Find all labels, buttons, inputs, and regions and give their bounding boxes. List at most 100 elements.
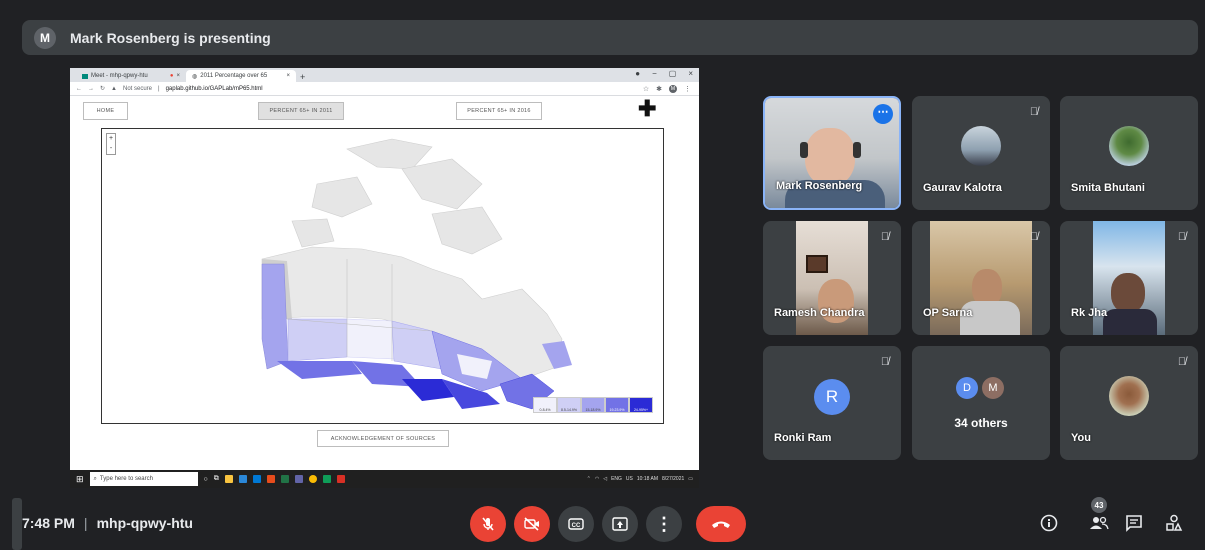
mic-off-icon: [482, 517, 494, 531]
cortana-icon[interactable]: ○: [204, 476, 208, 483]
participant-tile[interactable]: 🎙̸ R Ronki Ram: [763, 346, 901, 460]
participant-name: Rk Jha: [1071, 307, 1108, 319]
star-icon[interactable]: ☆: [643, 85, 649, 93]
url-separator: |: [158, 85, 160, 92]
taskbar-date[interactable]: 8/27/2021: [662, 476, 684, 482]
search-icon: ⌕: [93, 475, 97, 482]
taskbar-search[interactable]: ⌕ Type here to search: [89, 472, 198, 486]
browser-tab-label: Meet - mhp-qpwy-htu: [91, 73, 148, 79]
shared-screen[interactable]: Meet - mhp-qpwy-htu ● × ◍ 2011 Percentag…: [70, 68, 699, 488]
teams-icon[interactable]: [294, 475, 303, 483]
taskbar-search-placeholder: Type here to search: [99, 476, 153, 482]
sheets-icon[interactable]: [322, 475, 331, 483]
activities-icon[interactable]: [1164, 513, 1184, 533]
recording-dot-icon: ●: [169, 73, 174, 79]
meeting-code: mhp-qpwy-htu: [96, 515, 193, 531]
task-view-icon[interactable]: ⧉: [214, 475, 219, 483]
network-icon[interactable]: ◠: [595, 476, 599, 482]
mic-off-icon: 🎙̸: [1177, 356, 1187, 368]
more-options-button[interactable]: ⋯: [873, 104, 893, 124]
home-button[interactable]: HOME: [83, 102, 128, 120]
captions-button[interactable]: CC: [558, 506, 594, 542]
file-explorer-icon[interactable]: [224, 475, 233, 483]
mic-off-icon: 🎙̸: [880, 231, 890, 243]
meet-icon: [82, 73, 88, 79]
participant-avatar: R: [814, 379, 850, 415]
participant-tile[interactable]: 🎙̸ Ramesh Chandra: [763, 221, 901, 335]
minimize-icon[interactable]: −: [652, 69, 657, 78]
mic-toggle-button[interactable]: [470, 506, 506, 542]
participant-avatar: [1109, 126, 1149, 166]
participant-name: Gaurav Kalotra: [923, 182, 1002, 194]
reload-icon[interactable]: ↻: [100, 85, 105, 92]
taskbar-region: US: [625, 476, 633, 482]
presenting-text: Mark Rosenberg is presenting: [70, 29, 271, 46]
close-tab-icon[interactable]: ×: [176, 73, 180, 79]
forward-icon[interactable]: →: [88, 86, 94, 92]
leave-call-button[interactable]: [696, 506, 746, 542]
participant-tile[interactable]: 🎙̸ OP Sarna: [912, 221, 1050, 335]
browser-tab-meet[interactable]: Meet - mhp-qpwy-htu ● ×: [76, 70, 186, 82]
mic-off-icon: 🎙̸: [1029, 231, 1039, 243]
mail-icon[interactable]: [252, 475, 261, 483]
windows-taskbar: ⊞ ⌕ Type here to search ○ ⧉ ⌃ ◠ ◁ ENG US: [70, 470, 699, 488]
people-icon[interactable]: [1089, 513, 1109, 533]
taskbar-lang[interactable]: ENG: [611, 476, 622, 482]
url-text[interactable]: gaplab.github.io/GAPLab/mP65.html: [166, 86, 263, 92]
app-icon[interactable]: [238, 475, 247, 483]
volume-icon[interactable]: ◁: [603, 476, 607, 482]
participant-tile[interactable]: Smita Bhutani: [1060, 96, 1198, 210]
meeting-time: 7:48 PM: [22, 515, 75, 531]
legend-item: 8.5-14.9%: [557, 397, 581, 413]
browser-tab-map[interactable]: ◍ 2011 Percentage over 65 ×: [186, 70, 296, 82]
participant-tile[interactable]: ⋯ Mark Rosenberg: [763, 96, 901, 210]
restore-icon[interactable]: ▢: [669, 69, 677, 78]
mic-off-icon: 🎙̸: [880, 356, 890, 368]
close-window-icon[interactable]: ×: [688, 69, 693, 78]
security-label: Not secure: [122, 85, 152, 92]
participant-name: Mark Rosenberg: [776, 180, 863, 192]
camera-off-icon: [524, 517, 539, 531]
chrome-icon[interactable]: [308, 475, 317, 483]
participant-avatar: M: [982, 377, 1004, 399]
plus-icon[interactable]: ✚: [638, 98, 656, 120]
map-container[interactable]: + - 0-8.4% 8.5-14.9% 15-18.9% 19-23.9% 2…: [101, 128, 664, 424]
meeting-info: 7:48 PM | mhp-qpwy-htu: [16, 498, 193, 548]
participant-avatar: D: [956, 377, 978, 399]
windows-start-icon[interactable]: ⊞: [76, 474, 84, 485]
acknowledgement-button[interactable]: ACKNOWLEDGEMENT OF SOURCES: [317, 430, 449, 447]
profile-avatar[interactable]: M: [669, 85, 677, 93]
chat-icon[interactable]: [1124, 513, 1144, 533]
close-tab-icon[interactable]: ×: [286, 73, 290, 79]
others-tile[interactable]: D M 34 others: [912, 346, 1050, 460]
percent-2016-button[interactable]: PERCENT 65+ IN 2016: [456, 102, 542, 120]
warning-icon: ▲: [111, 85, 117, 92]
app-icon[interactable]: [280, 475, 289, 483]
camera-toggle-button[interactable]: [514, 506, 550, 542]
participant-tile-self[interactable]: 🎙̸ You: [1060, 346, 1198, 460]
hang-up-icon: [712, 521, 730, 528]
notification-icon[interactable]: ▭: [688, 476, 693, 482]
new-tab-icon[interactable]: +: [300, 72, 305, 82]
back-icon[interactable]: ←: [76, 86, 82, 92]
tray-chevron-icon[interactable]: ⌃: [587, 476, 591, 482]
taskbar-time[interactable]: 10:18 AM: [637, 476, 658, 482]
present-icon: [612, 517, 628, 531]
profile-dot-icon: ●: [635, 69, 641, 78]
meeting-details-icon[interactable]: [1039, 513, 1059, 533]
office-icon[interactable]: [266, 475, 275, 483]
more-options-button[interactable]: ⋮: [646, 506, 682, 542]
address-bar: ← → ↻ ▲ Not secure | gaplab.github.io/GA…: [70, 82, 699, 96]
percent-2011-button[interactable]: PERCENT 65+ IN 2011: [258, 102, 344, 120]
participant-tile[interactable]: 🎙̸ Rk Jha: [1060, 221, 1198, 335]
participant-name: Ronki Ram: [774, 432, 832, 444]
extensions-icon[interactable]: ✱: [656, 85, 662, 93]
menu-icon[interactable]: ⋮: [684, 85, 691, 93]
legend-item: 15-18.9%: [581, 397, 605, 413]
participant-tile[interactable]: 🎙̸ Gaurav Kalotra: [912, 96, 1050, 210]
pdf-icon[interactable]: [336, 475, 345, 483]
mic-off-icon: 🎙̸: [1177, 231, 1187, 243]
more-vert-icon: ⋮: [655, 513, 673, 534]
present-now-button[interactable]: [602, 506, 638, 542]
browser-tab-strip: Meet - mhp-qpwy-htu ● × ◍ 2011 Percentag…: [70, 68, 699, 82]
